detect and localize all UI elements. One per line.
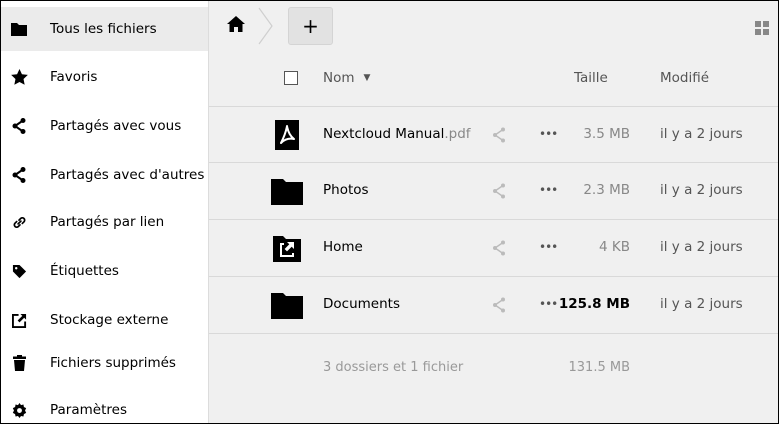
- sidebar-item-label: Partagés par lien: [50, 214, 165, 230]
- more-icon[interactable]: •••: [539, 182, 558, 198]
- folder-icon: [271, 179, 303, 205]
- file-name[interactable]: Documents: [323, 296, 400, 312]
- plus-icon: +: [302, 14, 319, 38]
- breadcrumb-separator: [258, 7, 273, 45]
- share-icon[interactable]: [492, 297, 506, 313]
- more-icon[interactable]: •••: [539, 239, 558, 255]
- more-icon[interactable]: •••: [539, 296, 558, 312]
- tag-icon: [10, 262, 28, 280]
- sidebar-item-favorites[interactable]: Favoris: [1, 55, 208, 99]
- sidebar-item-label: Fichiers supprimés: [50, 355, 176, 371]
- breadcrumb: +: [209, 1, 778, 51]
- summary-size: 131.5 MB: [568, 360, 630, 375]
- app-window: Tous les fichiers Favoris Partagés avec …: [0, 0, 779, 424]
- share-icon[interactable]: [492, 183, 506, 199]
- column-size-header[interactable]: Taille: [574, 70, 608, 86]
- pdf-icon: [275, 120, 299, 150]
- star-icon: [10, 68, 28, 86]
- sidebar-item-label: Tous les fichiers: [50, 21, 157, 37]
- trash-icon: [10, 354, 28, 372]
- file-modified: il y a 2 jours: [660, 296, 743, 312]
- folder-icon: [10, 20, 28, 38]
- file-size: 3.5 MB: [583, 126, 630, 142]
- external-folder-icon: [273, 236, 301, 262]
- file-modified: il y a 2 jours: [660, 126, 743, 142]
- home-button[interactable]: [225, 13, 247, 35]
- sidebar-item-deleted-files[interactable]: Fichiers supprimés: [1, 341, 208, 385]
- table-row[interactable]: Nextcloud Manual.pdf ••• 3.5 MB il y a 2…: [209, 106, 778, 163]
- column-name-header[interactable]: Nom ▼: [323, 70, 370, 86]
- home-icon: [227, 16, 245, 32]
- sidebar-item-label: Paramètres: [50, 402, 127, 418]
- sidebar-item-label: Partagés avec d'autres: [50, 167, 205, 183]
- file-name[interactable]: Nextcloud Manual.pdf: [323, 126, 471, 142]
- sidebar-item-shared-with-you[interactable]: Partagés avec vous: [1, 104, 208, 148]
- sidebar-item-shared-with-others[interactable]: Partagés avec d'autres: [1, 153, 208, 197]
- file-name[interactable]: Photos: [323, 182, 369, 198]
- share-icon[interactable]: [492, 240, 506, 256]
- sidebar-item-label: Étiquettes: [50, 263, 119, 279]
- sidebar-item-tags[interactable]: Étiquettes: [1, 249, 208, 293]
- table-row[interactable]: Documents ••• 125.8 MB il y a 2 jours: [209, 276, 778, 333]
- file-size: 125.8 MB: [558, 296, 630, 312]
- file-modified: il y a 2 jours: [660, 182, 743, 198]
- table-row[interactable]: Home ••• 4 KB il y a 2 jours: [209, 219, 778, 276]
- file-list-area: + Nom ▼ Taille Modifié Nextcloud Manual.…: [209, 1, 778, 423]
- folder-icon: [271, 293, 303, 319]
- link-icon: [10, 213, 28, 231]
- sort-down-icon: ▼: [363, 73, 371, 83]
- grid-view-icon[interactable]: [755, 21, 769, 35]
- sidebar-item-shared-by-link[interactable]: Partagés par lien: [1, 200, 208, 244]
- share-icon[interactable]: [492, 127, 506, 143]
- file-size: 4 KB: [599, 239, 630, 255]
- sidebar-item-all-files[interactable]: Tous les fichiers: [1, 7, 208, 51]
- external-icon: [10, 311, 28, 329]
- table-row[interactable]: Photos ••• 2.3 MB il y a 2 jours: [209, 162, 778, 219]
- select-all-checkbox[interactable]: [284, 71, 298, 85]
- add-button[interactable]: +: [288, 7, 333, 45]
- file-list-header: Nom ▼ Taille Modifié: [209, 53, 778, 105]
- sidebar-item-label: Stockage externe: [50, 312, 169, 328]
- summary-count: 3 dossiers et 1 fichier: [323, 360, 464, 375]
- sidebar-item-label: Partagés avec vous: [50, 118, 182, 134]
- more-icon[interactable]: •••: [539, 126, 558, 142]
- share-icon: [10, 166, 28, 184]
- gear-icon: [10, 401, 28, 419]
- sidebar-item-label: Favoris: [50, 69, 98, 85]
- column-modified-header[interactable]: Modifié: [660, 70, 709, 86]
- file-list-summary: 3 dossiers et 1 fichier 131.5 MB: [209, 333, 778, 394]
- file-modified: il y a 2 jours: [660, 239, 743, 255]
- sidebar-item-settings[interactable]: Paramètres: [1, 388, 208, 423]
- sidebar: Tous les fichiers Favoris Partagés avec …: [1, 1, 209, 423]
- share-icon: [10, 117, 28, 135]
- file-name[interactable]: Home: [323, 239, 363, 255]
- file-size: 2.3 MB: [583, 182, 630, 198]
- sidebar-item-external-storage[interactable]: Stockage externe: [1, 298, 208, 342]
